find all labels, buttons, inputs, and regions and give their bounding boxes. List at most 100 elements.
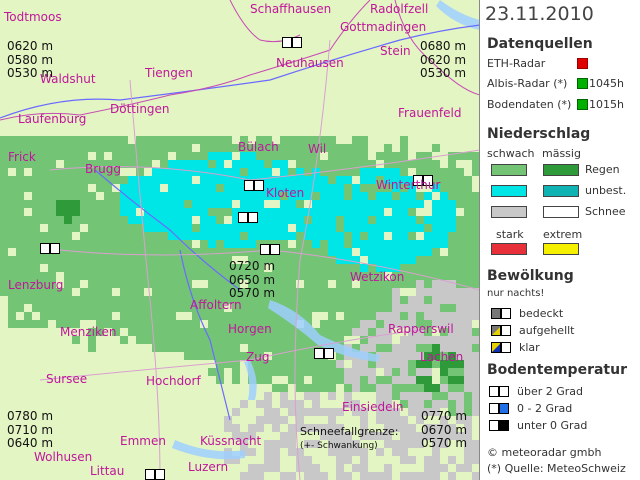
precipitation-title: Niederschlag [487,126,591,142]
temp-below-0-label: unter 0 Grad [517,419,588,432]
town-label: Frick [8,150,36,164]
altitude-value: 0620 m [7,39,54,53]
town-label: Bülach [238,140,279,154]
town-label: Sursee [46,372,88,386]
cloud-clear-label: klar [519,341,540,354]
altitude-value: 0670 m [421,422,468,437]
clear-sky-icon [491,342,511,353]
source-ground-label: Bodendaten (*) [487,98,572,111]
swatch-extreme [543,243,579,255]
town-label: Tiengen [145,66,193,80]
date-label: 23.11.2010 [485,3,594,25]
town-label: Emmen [120,434,166,448]
station-marker [282,37,302,48]
town-label: Lenzburg [8,278,64,292]
precip-undetermined-label: unbest. [585,184,627,197]
cloud-overcast-label: bedeckt [519,307,564,320]
temp-above-2-label: über 2 Grad [517,385,584,398]
station-marker [260,244,280,255]
swatch-undetermined-weak [491,185,527,197]
town-label: Brugg [85,162,122,176]
swatch-rain-weak [491,164,527,176]
legend-panel: 23.11.2010 Datenquellen ETH-Radar Albis-… [481,0,640,480]
altitude-value: 0720 m [229,259,276,273]
station-marker [40,243,60,254]
temp-0-2-icon [489,403,509,414]
town-label: Gottmadingen [340,20,427,34]
source-albis-time: 1045h [589,77,624,90]
swatch-undetermined-moderate [543,185,579,197]
precip-moderate-header: mässig [542,147,581,160]
altitude-group-top-right: 0680 m 0620 m 0530 m [420,39,467,81]
altitude-value: 0640 m [7,436,54,450]
swatch-snow-moderate [543,206,579,218]
altitude-value: 0530 m [7,66,54,80]
overcast-icon [491,308,511,319]
town-label: Lachen [420,350,464,364]
station-marker [314,348,334,359]
radar-map: Todtmoos Schaffhausen Radolfzell Gottmad… [0,0,480,480]
town-label: Horgen [228,322,272,336]
town-label: Zug [246,350,270,364]
town-label: Schaffhausen [250,2,332,16]
precip-rain-label: Regen [585,163,620,176]
town-label: Littau [90,464,125,478]
town-label: Stein [380,44,411,58]
town-label: Rapperswil [388,322,454,336]
source-eth-label: ETH-Radar [487,57,546,70]
altitude-value: 0650 m [229,272,276,287]
credit-source: (*) Quelle: MeteoSchweiz [487,462,626,475]
altitude-group-bottom-right: 0770 m 0670 m 0570 m [421,409,468,451]
cloudiness-title: Bewölkung [487,268,574,284]
status-indicator [577,99,588,110]
swatch-rain-moderate [543,164,579,176]
temp-0-2-label: 0 - 2 Grad [517,402,573,415]
temp-below-0-icon [489,420,509,431]
town-label: Winterthur [376,178,441,192]
status-indicator [577,78,588,89]
altitude-value: 0570 m [229,286,276,300]
town-label: Wetzikon [350,270,405,284]
town-label: Wil [308,142,327,156]
swatch-strong [491,243,527,255]
altitude-value: 0580 m [7,52,54,67]
station-marker [244,180,264,191]
town-label: Frauenfeld [398,106,462,120]
town-label: Hochdorf [146,374,201,388]
town-label: Neuhausen [276,56,344,70]
precip-snow-label: Schnee [585,205,626,218]
town-label: Menziken [60,325,117,339]
town-label: Döttingen [110,102,170,116]
temp-above-2-icon [489,386,509,397]
town-label: Radolfzell [370,2,429,16]
town-label: Luzern [188,460,229,474]
cloud-brightened-label: aufgehellt [519,324,575,337]
station-marker [145,469,165,480]
station-marker [238,212,258,223]
source-ground-time: 1015h [589,98,624,111]
data-sources-title: Datenquellen [487,36,593,52]
precip-weak-header: schwach [487,147,535,160]
town-label: Laufenburg [18,112,87,126]
altitude-group-center: 0720 m 0650 m 0570 m [229,259,276,301]
altitude-value: 0710 m [7,422,54,437]
town-label: Todtmoos [4,10,62,24]
altitude-value: 0620 m [420,52,467,67]
altitude-value: 0780 m [7,409,54,423]
snowline-label: Schneefallgrenze: [300,425,399,438]
altitude-value: 0680 m [420,39,467,53]
ground-temperature-title: Bodentemperatur [487,362,627,378]
cloudiness-subtitle: nur nachts! [487,288,545,299]
town-label: Küssnacht [200,434,262,448]
precip-extreme-header: extrem [543,228,583,241]
credit-meteoradar: © meteoradar gmbh [487,446,602,459]
altitude-value: 0530 m [420,66,467,80]
town-label: Wolhusen [34,450,93,464]
altitude-group-bottom-left: 0780 m 0710 m 0640 m [7,409,54,451]
swatch-snow-weak [491,206,527,218]
partly-cloudy-icon [491,325,511,336]
altitude-group-top-left: 0620 m 0580 m 0530 m [7,39,54,81]
altitude-value: 0570 m [421,436,468,450]
altitude-value: 0770 m [421,409,468,423]
source-albis-label: Albis-Radar (*) [487,77,568,90]
